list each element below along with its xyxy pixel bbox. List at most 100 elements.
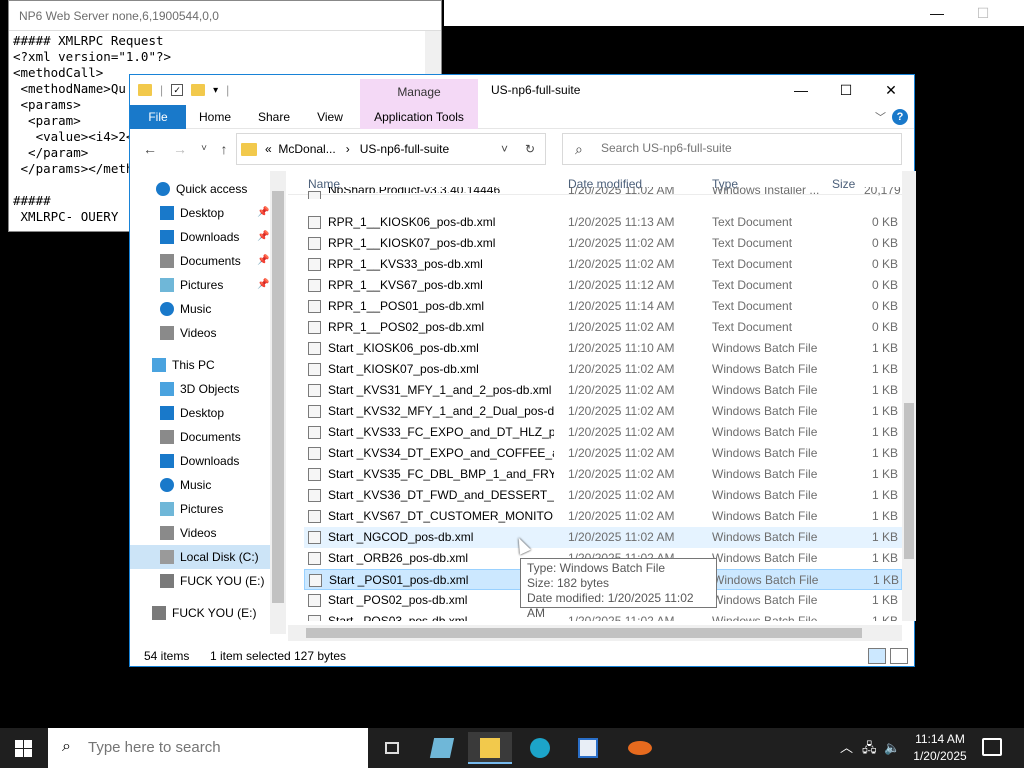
address-dropdown-icon[interactable]: ˅ xyxy=(501,142,508,156)
customize-qat-icon[interactable]: ▾ xyxy=(213,85,218,96)
recent-locations-icon[interactable]: ˅ xyxy=(194,139,214,159)
nav-scroll-thumb[interactable] xyxy=(272,191,284,603)
file-row[interactable]: RPR_1__KVS33_pos-db.xml 1/20/2025 11:02 A… xyxy=(304,254,902,275)
file-row[interactable]: NpSharp.Product-v3.3.40.14446 1/20/2025 1… xyxy=(304,187,902,199)
file-row[interactable]: RPR_1__POS02_pos-db.xml 1/20/2025 11:02 A… xyxy=(304,317,902,338)
file-row[interactable]: Start _KIOSK06_pos-db.xml 1/20/2025 11:10… xyxy=(304,338,902,359)
horizontal-scrollbar[interactable] xyxy=(288,625,902,641)
back-arrow-icon[interactable]: ← xyxy=(140,139,160,159)
file-date: 1/20/2025 11:02 AM xyxy=(568,404,675,418)
nav-item[interactable]: 3D Objects xyxy=(130,377,270,401)
forward-arrow-icon[interactable]: → xyxy=(170,139,190,159)
system-clock[interactable]: 11:14 AM 1/20/2025 xyxy=(904,731,976,765)
nav-item[interactable]: Documents xyxy=(130,425,270,449)
notification-icon[interactable] xyxy=(982,738,1002,756)
horizontal-scroll-thumb[interactable] xyxy=(306,628,862,638)
background-window-titlebar: — ☐ xyxy=(444,0,1024,26)
address-overflow[interactable]: « xyxy=(265,142,272,156)
nav-scrollbar[interactable] xyxy=(270,171,286,634)
file-row[interactable]: Start _KVS33_FC_EXPO_and_DT_HLZ_pos-... 1… xyxy=(304,422,902,443)
breadcrumb-us-np6[interactable]: US-np6-full-suite xyxy=(360,142,449,156)
details-view-icon[interactable] xyxy=(868,648,886,664)
file-size: 1 KB xyxy=(871,425,898,439)
file-list-scrollbar[interactable] xyxy=(902,171,916,621)
nav-item[interactable]: Desktop 📌 xyxy=(130,201,270,225)
task-view-button[interactable] xyxy=(370,732,414,764)
nav-item[interactable]: Videos xyxy=(130,521,270,545)
bg-maximize-icon[interactable]: ☐ xyxy=(960,0,1006,26)
nav-item[interactable]: This PC xyxy=(130,353,270,377)
pin-icon[interactable]: 📌 xyxy=(257,225,269,249)
tab-home[interactable]: Home xyxy=(192,105,238,129)
file-row[interactable]: Start _NGCOD_pos-db.xml 1/20/2025 11:02 A… xyxy=(304,527,902,548)
tab-view[interactable]: View xyxy=(308,105,352,129)
nav-item[interactable]: Music xyxy=(130,297,270,321)
maximize-icon[interactable]: ☐ xyxy=(823,75,869,105)
help-icon[interactable]: ? xyxy=(892,109,908,125)
bg-minimize-icon[interactable]: — xyxy=(914,0,960,26)
tab-file[interactable]: File xyxy=(130,105,186,129)
taskbar-app-3[interactable] xyxy=(616,732,660,764)
nav-item[interactable]: Downloads 📌 xyxy=(130,225,270,249)
taskbar-search[interactable]: ⌕ xyxy=(48,728,368,768)
address-bar[interactable]: « McDonal... › US-np6-full-suite ˅ xyxy=(236,133,546,165)
file-row[interactable]: Start _KVS34_DT_EXPO_and_COFFEE_and_... 1… xyxy=(304,443,902,464)
file-row[interactable]: RPR_1__KVS67_pos-db.xml 1/20/2025 11:12 A… xyxy=(304,275,902,296)
tab-share[interactable]: Share xyxy=(252,105,296,129)
refresh-icon[interactable]: ↻ xyxy=(520,139,540,159)
nav-item[interactable]: Pictures xyxy=(130,497,270,521)
volume-muted-icon[interactable]: 🔈 xyxy=(884,728,900,768)
large-icons-view-icon[interactable] xyxy=(890,648,908,664)
taskbar-app-1[interactable] xyxy=(420,732,464,764)
nav-item[interactable]: FUCK YOU (E:) xyxy=(130,601,270,625)
file-row[interactable]: Start _KVS67_DT_CUSTOMER_MONITOR_p... 1/2… xyxy=(304,506,902,527)
nav-item-label: FUCK YOU (E:) xyxy=(180,574,265,588)
start-button[interactable] xyxy=(0,728,48,768)
nav-item[interactable]: Videos xyxy=(130,321,270,345)
network-icon[interactable]: 🖧 xyxy=(862,728,877,768)
expand-ribbon-icon[interactable]: ﹀ xyxy=(875,109,886,125)
file-list-scroll-thumb[interactable] xyxy=(904,403,914,559)
close-icon[interactable]: ✕ xyxy=(868,75,914,105)
nav-item[interactable]: Desktop xyxy=(130,401,270,425)
file-row[interactable]: Start _KVS32_MFY_1_and_2_Dual_pos-db....… xyxy=(304,401,902,422)
tab-manage[interactable]: Manage xyxy=(360,79,478,105)
nav-item[interactable]: Documents 📌 xyxy=(130,249,270,273)
pin-icon[interactable]: 📌 xyxy=(257,201,269,225)
file-list[interactable]: Name Date modified Type Size NpSharp.Pro… xyxy=(288,171,902,621)
new-folder-icon[interactable] xyxy=(191,84,206,96)
search-input[interactable] xyxy=(601,141,891,155)
navigation-pane[interactable]: Quick access Desktop 📌 Downloads 📌 Documents 📌… xyxy=(130,171,286,634)
text-file-icon xyxy=(308,237,321,250)
taskbar-app-2[interactable] xyxy=(566,732,610,764)
properties-icon[interactable]: ✓ xyxy=(171,84,184,96)
tab-application-tools[interactable]: Application Tools xyxy=(360,105,478,129)
show-hidden-icons-icon[interactable]: ︿ xyxy=(840,728,853,768)
pin-icon[interactable]: 📌 xyxy=(257,249,269,273)
up-arrow-icon[interactable]: ↑ xyxy=(214,139,234,159)
nav-item[interactable]: Pictures 📌 xyxy=(130,273,270,297)
nav-item[interactable]: Downloads xyxy=(130,449,270,473)
nav-item[interactable]: Music xyxy=(130,473,270,497)
breadcrumb-mcdonalds[interactable]: McDonal... xyxy=(278,142,335,156)
minimize-icon[interactable]: — xyxy=(778,75,824,105)
nav-item[interactable]: Quick access xyxy=(130,177,270,201)
search-box[interactable]: ⌕ xyxy=(562,133,902,165)
nav-item-label: Pictures xyxy=(180,278,224,292)
taskbar-file-explorer[interactable] xyxy=(468,732,512,764)
file-row[interactable]: RPR_1__POS01_pos-db.xml 1/20/2025 11:14 A… xyxy=(304,296,902,317)
nav-item[interactable]: Local Disk (C:) xyxy=(130,545,270,569)
taskbar-search-input[interactable] xyxy=(88,739,358,756)
taskbar-edge[interactable] xyxy=(518,732,562,764)
file-row[interactable]: Start _KVS31_MFY_1_and_2_pos-db.xml 1/20/… xyxy=(304,380,902,401)
pin-icon[interactable]: 📌 xyxy=(257,273,269,297)
nav-item[interactable]: FUCK YOU (E:) xyxy=(130,569,270,593)
file-row[interactable]: Start _KVS35_FC_DBL_BMP_1_and_FRY_p... 1/… xyxy=(304,464,902,485)
file-size: 20,179 KB xyxy=(864,187,902,197)
file-size: 1 KB xyxy=(871,614,898,621)
file-row[interactable]: Start _KIOSK07_pos-db.xml 1/20/2025 11:02… xyxy=(304,359,902,380)
file-row[interactable]: RPR_1__KIOSK06_pos-db.xml 1/20/2025 11:13… xyxy=(304,212,902,233)
file-row[interactable]: RPR_1__KIOSK07_pos-db.xml 1/20/2025 11:02… xyxy=(304,233,902,254)
file-date: 1/20/2025 11:02 AM xyxy=(568,446,675,460)
file-row[interactable]: Start _KVS36_DT_FWD_and_DESSERT_pos-... 1… xyxy=(304,485,902,506)
